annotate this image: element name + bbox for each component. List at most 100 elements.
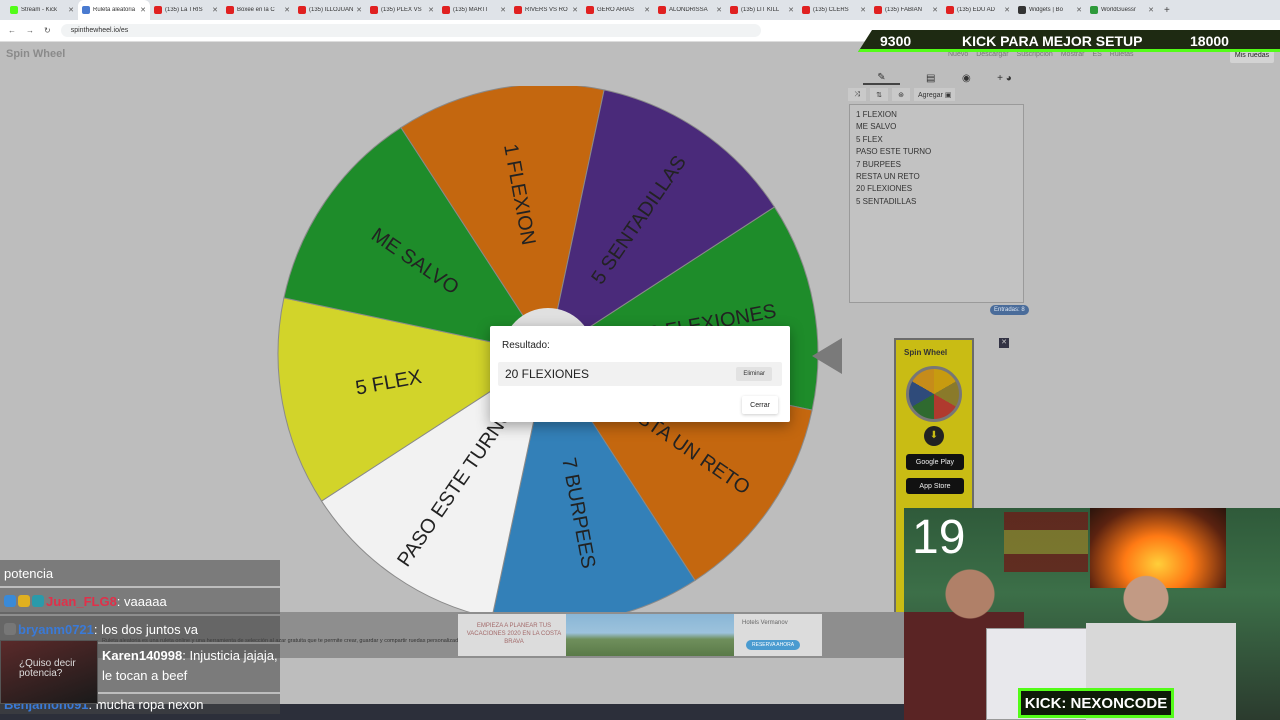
remove-button[interactable]: Eliminar xyxy=(736,367,772,381)
browser-tab[interactable]: WorldGuessr ✕ xyxy=(1086,0,1158,20)
close-ad-icon[interactable]: ✕ xyxy=(999,338,1009,348)
entry-line[interactable]: 7 BURPEES xyxy=(856,159,1017,171)
nav-item[interactable]: Mostrar xyxy=(1061,51,1085,58)
close-button[interactable]: Cerrar xyxy=(742,396,778,414)
chat-text: : vaaaaa xyxy=(116,593,167,609)
back-icon[interactable]: ← xyxy=(8,26,16,35)
ad-wheel-icon xyxy=(906,366,962,422)
tab-close-icon[interactable]: ✕ xyxy=(1076,6,1082,14)
entry-line[interactable]: 5 SENTADILLAS xyxy=(856,196,1017,208)
tab-close-icon[interactable]: ✕ xyxy=(644,6,650,14)
chat-username: Juan_FLG8 xyxy=(46,593,117,609)
browser-tab-bar: Stream - Kick ✕ Ruleta aleatoria ✕ (135) La … xyxy=(0,0,1280,20)
tab-favicon-icon xyxy=(442,6,450,14)
browser-tab[interactable]: (135) LIT KILL ✕ xyxy=(726,0,798,20)
entry-line[interactable]: PASO ESTE TURNO xyxy=(856,146,1017,158)
panel-tool-button[interactable]: Agregar ▣ xyxy=(914,88,956,101)
new-tab-icon[interactable]: + xyxy=(1164,5,1170,16)
banner-cta-button[interactable]: RESERVA AHORA xyxy=(746,640,801,650)
tab-label: (135) MARTI xyxy=(453,7,488,13)
tab-close-icon[interactable]: ✕ xyxy=(788,6,794,14)
nav-item[interactable]: Descargar xyxy=(976,51,1008,58)
reload-icon[interactable]: ↻ xyxy=(44,26,51,35)
tab-close-icon[interactable]: ✕ xyxy=(68,6,74,14)
browser-tab[interactable]: Widgets | Bo ✕ xyxy=(1014,0,1086,20)
chat-username: bryanm0721 xyxy=(18,621,94,637)
panel-tool-button[interactable]: ⇅ xyxy=(870,88,888,101)
banner-image xyxy=(566,614,734,656)
tab-close-icon[interactable]: ✕ xyxy=(284,6,290,14)
nav-item[interactable]: ES xyxy=(1092,51,1101,58)
browser-tab[interactable]: ALONDRISSA ✕ xyxy=(654,0,726,20)
entry-line[interactable]: RESTA UN RETO xyxy=(856,171,1017,183)
browser-tab[interactable]: (135) ILLOJUAN ✕ xyxy=(294,0,366,20)
nav-item[interactable]: Ruletas xyxy=(1110,51,1134,58)
tab-close-icon[interactable]: ✕ xyxy=(1148,6,1154,14)
panel-tool-button[interactable]: ⊛ xyxy=(892,88,910,101)
tab-favicon-icon xyxy=(658,6,666,14)
hotel-banner-ad[interactable]: EMPIEZA A PLANEAR TUS VACACIONES 2020 EN… xyxy=(458,614,822,656)
entry-line[interactable]: 20 FLEXIONES xyxy=(856,183,1017,195)
browser-tab[interactable]: GERO ARIAS ✕ xyxy=(582,0,654,20)
tab-favicon-icon xyxy=(298,6,306,14)
countdown-number: 19 xyxy=(912,511,966,564)
tab-favicon-icon xyxy=(802,6,810,14)
forward-icon[interactable]: → xyxy=(26,26,34,35)
stream-goal-banner: 9300 KICK PARA MEJOR SETUP 18000 xyxy=(858,30,1280,52)
banner-brand: Hotels Vermanov xyxy=(742,620,788,626)
site-logo[interactable]: Spin Wheel xyxy=(6,48,65,60)
tab-label: ALONDRISSA xyxy=(669,7,708,13)
browser-tab[interactable]: RIVERS VS RO ✕ xyxy=(510,0,582,20)
chat-text: potencia xyxy=(4,565,54,581)
chat-badge-icon xyxy=(4,595,16,607)
nav-item[interactable]: Suscripción xyxy=(1017,51,1053,58)
panel-tool-button[interactable]: ⤨ xyxy=(848,88,866,101)
tab-close-icon[interactable]: ✕ xyxy=(716,6,722,14)
tab-favicon-icon xyxy=(370,6,378,14)
browser-tab[interactable]: Ruleta aleatoria ✕ xyxy=(78,0,150,20)
tab-close-icon[interactable]: ✕ xyxy=(500,6,506,14)
panel-tab[interactable]: ✎ xyxy=(863,72,900,85)
panel-tab[interactable]: ◉ xyxy=(962,73,971,84)
app-store-button[interactable]: App Store xyxy=(906,478,964,494)
tab-label: RIVERS VS RO xyxy=(525,7,568,13)
chat-badge-icon xyxy=(4,623,16,635)
entry-line[interactable]: 1 FLEXION xyxy=(856,109,1017,121)
entry-line[interactable]: 5 FLEX xyxy=(856,134,1017,146)
tab-close-icon[interactable]: ✕ xyxy=(212,6,218,14)
tab-favicon-icon xyxy=(946,6,954,14)
entries-list[interactable]: 1 FLEXION ME SALVO 5 FLEX PASO ESTE TURNO 7 … xyxy=(849,104,1024,303)
url-field[interactable]: spinthewheel.io/es xyxy=(60,24,761,37)
chat-image-caption: ¿Quiso decir potencia? xyxy=(19,658,76,679)
goal-text: KICK PARA MEJOR SETUP xyxy=(962,33,1143,49)
browser-tab[interactable]: (135) PLEX VS ✕ xyxy=(366,0,438,20)
tab-label: Stream - Kick xyxy=(21,7,58,13)
browser-tab[interactable]: Stream - Kick ✕ xyxy=(6,0,78,20)
tab-close-icon[interactable]: ✕ xyxy=(1004,6,1010,14)
result-row: 20 FLEXIONES Eliminar xyxy=(498,362,782,386)
browser-tab[interactable]: (135) EDU AD ✕ xyxy=(942,0,1014,20)
google-play-button[interactable]: Google Play xyxy=(906,454,964,470)
browser-tab[interactable]: Boxee en la C ✕ xyxy=(222,0,294,20)
tab-close-icon[interactable]: ✕ xyxy=(428,6,434,14)
nav-item[interactable]: Nuevo xyxy=(948,51,968,58)
chat-message: potencia xyxy=(0,560,280,586)
panel-tab[interactable]: + ◕ xyxy=(997,73,1012,84)
tab-close-icon[interactable]: ✕ xyxy=(932,6,938,14)
tab-label: (135) LIT KILL xyxy=(741,7,780,13)
tab-close-icon[interactable]: ✕ xyxy=(356,6,362,14)
chat-emote-image: ¿Quiso decir potencia? xyxy=(0,640,98,704)
chat-badge-icon xyxy=(18,595,30,607)
chat-text: : mucha ropa nexon xyxy=(88,696,204,712)
download-icon[interactable]: ⬇ xyxy=(924,426,944,446)
entry-line[interactable]: ME SALVO xyxy=(856,121,1017,133)
browser-tab[interactable]: (135) FABIAN ✕ xyxy=(870,0,942,20)
panel-tab[interactable]: ▤ xyxy=(926,73,935,84)
wheel-pointer-icon xyxy=(812,338,842,374)
browser-tab[interactable]: (135) CLERS ✕ xyxy=(798,0,870,20)
tab-close-icon[interactable]: ✕ xyxy=(572,6,578,14)
tab-close-icon[interactable]: ✕ xyxy=(140,6,146,14)
tab-close-icon[interactable]: ✕ xyxy=(860,6,866,14)
browser-tab[interactable]: (135) La TRIS ✕ xyxy=(150,0,222,20)
browser-tab[interactable]: (135) MARTI ✕ xyxy=(438,0,510,20)
